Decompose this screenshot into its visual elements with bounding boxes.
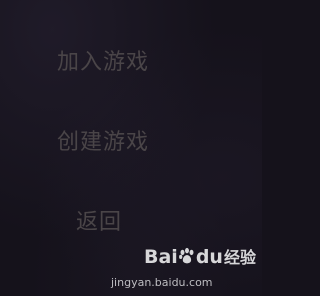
brand-cn: 经验 [223,248,256,267]
back-button[interactable]: 返回 [0,204,230,236]
create-game-button[interactable]: 创建游戏 [0,124,234,156]
game-menu-screen: 加入游戏 创建游戏 返回 Bai du经验 jingyan.baidu.com [0,0,262,296]
watermark-url: jingyan.baidu.com [111,276,213,289]
join-game-button[interactable]: 加入游戏 [0,44,234,76]
baidu-paw-icon [178,247,194,264]
brand-prefix: Bai [144,246,178,268]
baidu-logo: Bai du经验 [144,244,256,268]
brand-suffix: du [195,246,223,268]
baidu-jingyan-watermark: Bai du经验 jingyan.baidu.com [111,244,262,296]
